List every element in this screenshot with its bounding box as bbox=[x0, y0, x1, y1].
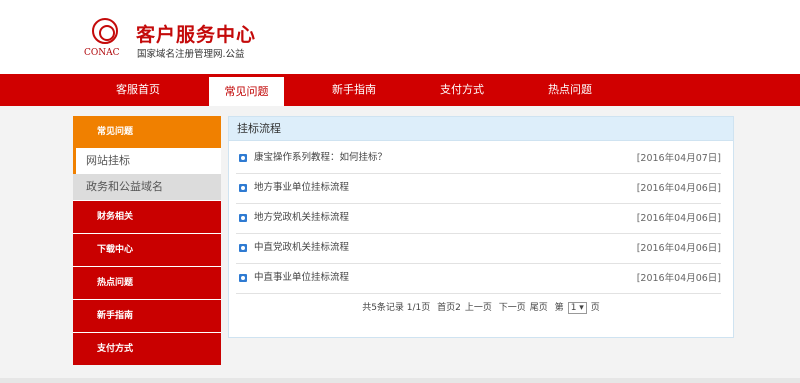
sidebar-item-downloads[interactable]: 下载中心 bbox=[73, 233, 221, 266]
sidebar-item-beginner-guide[interactable]: 新手指南 bbox=[73, 299, 221, 332]
sidebar-item-payment[interactable]: 支付方式 bbox=[73, 332, 221, 365]
logo-text: CONAC bbox=[84, 48, 120, 58]
sidebar: 常见问题 网站挂标 政务和公益域名 财务相关 下载中心 热点问题 新手指南 支付… bbox=[73, 116, 221, 365]
article-date: [2016年04月06日] bbox=[636, 273, 721, 284]
content-title: 挂标流程 bbox=[229, 117, 733, 141]
pager-page-prefix: 第 bbox=[554, 303, 564, 313]
nav-payment[interactable]: 支付方式 bbox=[408, 74, 516, 106]
article-date: [2016年04月06日] bbox=[636, 183, 721, 194]
pager-first-link[interactable]: 首页2 bbox=[437, 303, 461, 313]
sidebar-subitem-site-badge[interactable]: 网站挂标 bbox=[73, 148, 221, 174]
nav-home[interactable]: 客服首页 bbox=[84, 74, 192, 106]
article-icon bbox=[239, 244, 247, 252]
nav-faq[interactable]: 常见问题 bbox=[209, 77, 284, 106]
nav-hot-issues[interactable]: 热点问题 bbox=[516, 74, 624, 106]
article-icon bbox=[239, 154, 247, 162]
pager-prev-link[interactable]: 上一页 bbox=[465, 303, 492, 313]
footer-divider bbox=[0, 378, 800, 383]
main-nav: 客服首页 常见问题 新手指南 支付方式 热点问题 bbox=[0, 74, 800, 106]
conac-logo[interactable]: CONAC bbox=[84, 18, 126, 62]
list-item[interactable]: 中直事业单位挂标流程 [2016年04月06日] bbox=[236, 264, 721, 294]
sidebar-item-finance[interactable]: 财务相关 bbox=[73, 200, 221, 233]
list-item[interactable]: 康宝操作系列教程：如何挂标？ [2016年04月07日] bbox=[236, 144, 721, 174]
list-item[interactable]: 地方事业单位挂标流程 [2016年04月06日] bbox=[236, 174, 721, 204]
page-select[interactable]: 1 ▾ bbox=[567, 301, 587, 314]
list-item[interactable]: 地方党政机关挂标流程 [2016年04月06日] bbox=[236, 204, 721, 234]
content-panel: 挂标流程 康宝操作系列教程：如何挂标？ [2016年04月07日] 地方事业单位… bbox=[228, 116, 734, 338]
article-icon bbox=[239, 214, 247, 222]
article-list: 康宝操作系列教程：如何挂标？ [2016年04月07日] 地方事业单位挂标流程 … bbox=[236, 144, 721, 294]
pager-next-link[interactable]: 下一页 bbox=[499, 303, 526, 313]
article-title[interactable]: 中直党政机关挂标流程 bbox=[254, 234, 349, 262]
article-title[interactable]: 地方党政机关挂标流程 bbox=[254, 204, 349, 232]
article-date: [2016年04月06日] bbox=[636, 243, 721, 254]
article-title[interactable]: 地方事业单位挂标流程 bbox=[254, 174, 349, 202]
article-title[interactable]: 中直事业单位挂标流程 bbox=[254, 264, 349, 292]
article-date: [2016年04月07日] bbox=[636, 153, 721, 164]
sidebar-subitem-gov-domain[interactable]: 政务和公益域名 bbox=[73, 174, 221, 200]
article-icon bbox=[239, 274, 247, 282]
sidebar-section-faq[interactable]: 常见问题 bbox=[73, 116, 221, 148]
article-title[interactable]: 康宝操作系列教程：如何挂标？ bbox=[254, 144, 387, 172]
article-icon bbox=[239, 184, 247, 192]
pager-last-link[interactable]: 尾页 bbox=[530, 303, 548, 313]
list-item[interactable]: 中直党政机关挂标流程 [2016年04月06日] bbox=[236, 234, 721, 264]
seal-icon bbox=[92, 18, 118, 44]
site-header: CONAC 客户服务中心 国家域名注册管理网.公益 bbox=[0, 0, 800, 74]
site-title: 客户服务中心 bbox=[136, 24, 257, 46]
pager-summary: 共5条记录 1/1页 bbox=[362, 303, 431, 313]
site-subtitle: 国家域名注册管理网.公益 bbox=[137, 49, 245, 60]
pagination: 共5条记录 1/1页 首页2 上一页 下一页 尾页 第1 ▾ 页 bbox=[229, 300, 733, 314]
article-date: [2016年04月06日] bbox=[636, 213, 721, 224]
sidebar-item-hot-issues[interactable]: 热点问题 bbox=[73, 266, 221, 299]
pager-page-suffix: 页 bbox=[590, 303, 600, 313]
nav-beginner-guide[interactable]: 新手指南 bbox=[300, 74, 408, 106]
